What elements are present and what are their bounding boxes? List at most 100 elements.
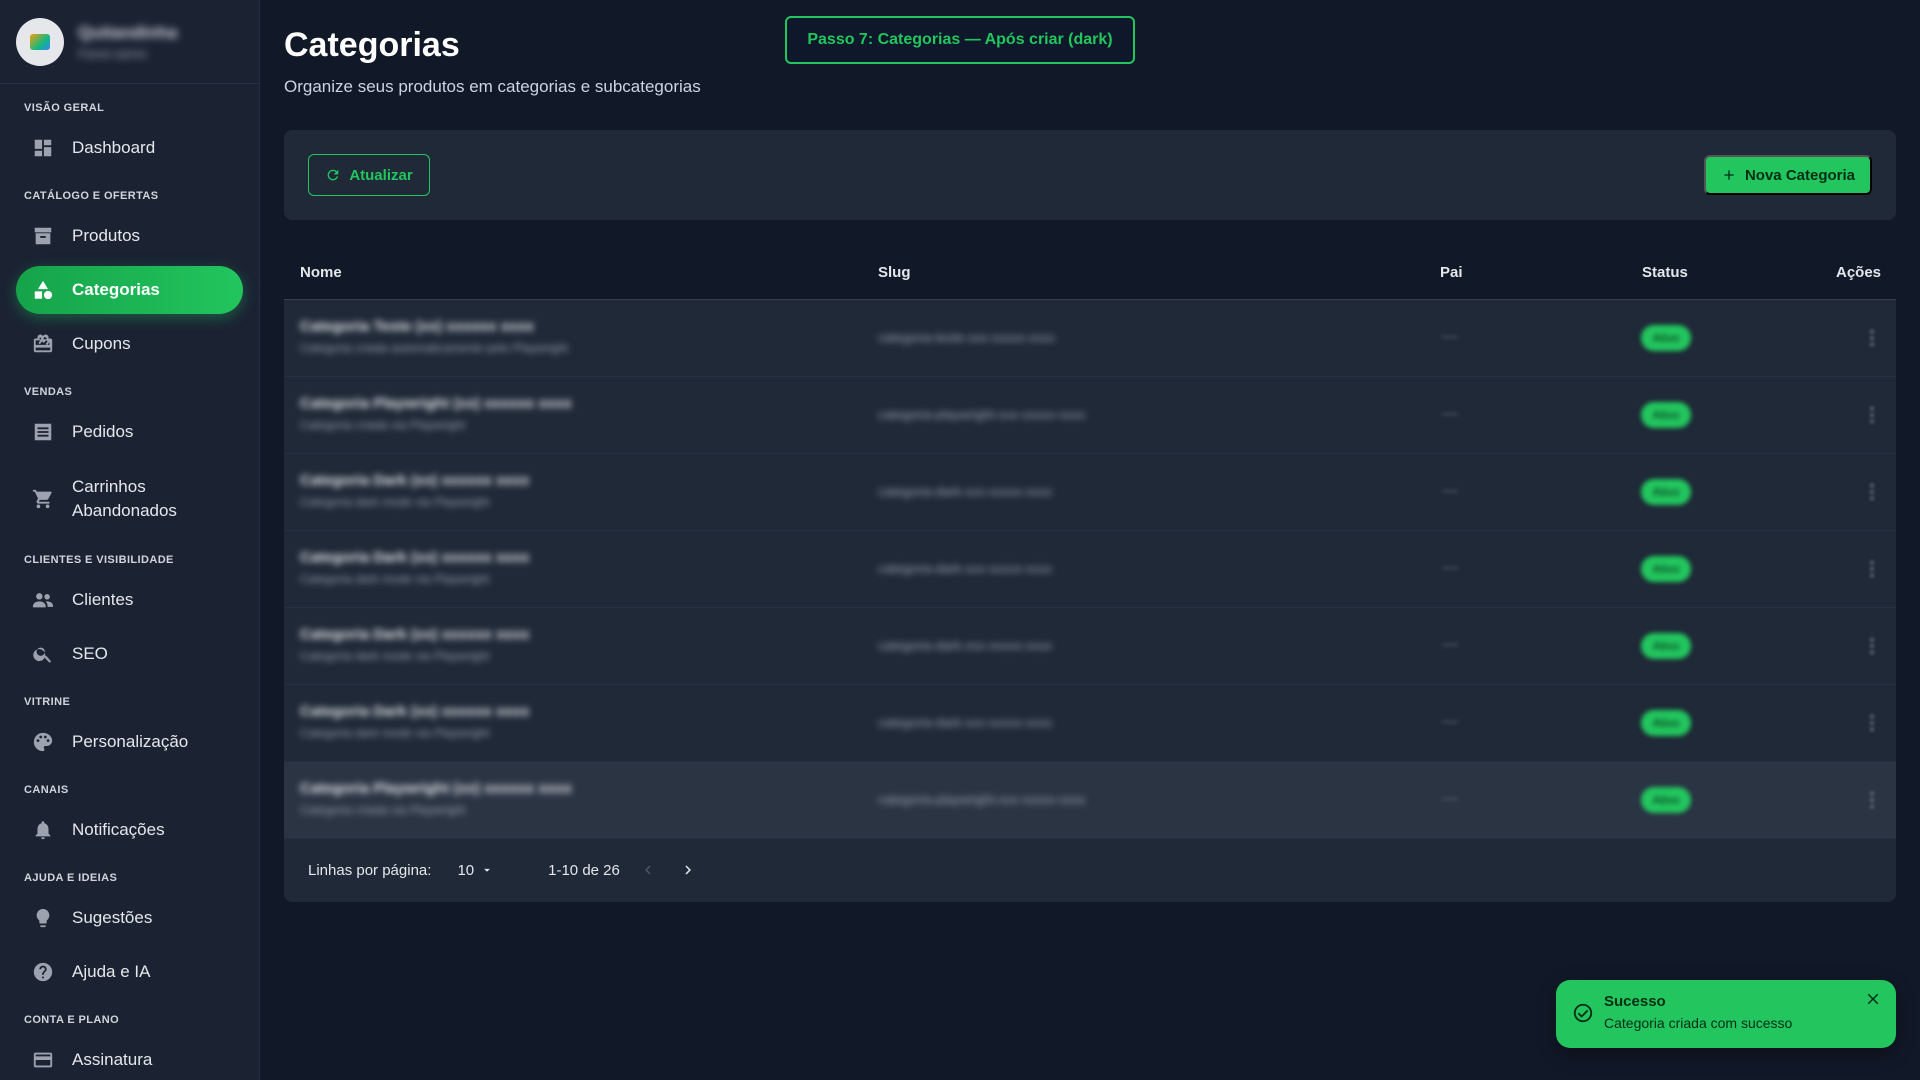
table-header: Nome Slug Pai Status Ações <box>284 246 1896 300</box>
sidebar-item-sugestoes[interactable]: Sugestões <box>16 894 243 942</box>
table-row[interactable]: Categoria Playwright (xx) xxxxxx xxxx Cat… <box>284 377 1896 454</box>
section-title-visao-geral: VISÃO GERAL <box>24 102 105 114</box>
category-slug: categoria-dark-xxx-xxxxx-xxxx <box>878 561 1053 576</box>
sidebar-item-label: Sugestões <box>72 908 153 927</box>
close-icon[interactable] <box>1864 990 1882 1008</box>
more-vertical-icon <box>1870 637 1874 655</box>
sidebar-item-cupons[interactable]: Cupons <box>16 320 243 368</box>
chevron-left-icon <box>644 865 651 875</box>
sidebar-item-assinatura[interactable]: Assinatura <box>16 1036 243 1080</box>
new-category-button[interactable]: Nova Categoria <box>1704 155 1872 195</box>
sidebar-item-clientes[interactable]: Clientes <box>16 576 243 624</box>
status-badge: Ativo <box>1641 633 1691 659</box>
category-name: Categoria Dark (xx) xxxxxx xxxx <box>300 472 530 489</box>
sidebar-item-personalizacao[interactable]: Personalização <box>16 718 243 766</box>
sidebar-item-ajuda-ia[interactable]: Ajuda e IA <box>16 948 243 996</box>
refresh-button-label: Atualizar <box>349 166 413 184</box>
table-row[interactable]: Categoria Teste (xx) xxxxxx xxxx Categori… <box>284 300 1896 377</box>
more-actions-button[interactable] <box>1861 634 1883 658</box>
people-icon <box>32 589 54 611</box>
category-parent: — <box>1442 790 1458 807</box>
pagination-range: 1-10 de 26 <box>548 861 620 879</box>
sidebar-item-label: Pedidos <box>72 422 134 441</box>
sidebar-item-label: Produtos <box>72 226 141 245</box>
next-page-button[interactable] <box>676 858 700 882</box>
category-slug: categoria-dark-xxx-xxxxx-xxxx <box>878 484 1053 499</box>
receipt-list-icon <box>32 421 54 443</box>
page-subtitle: Organize seus produtos em categorias e s… <box>284 77 701 96</box>
category-slug: categoria-playwright-xxx-xxxxx-xxxx <box>878 792 1086 807</box>
sidebar-item-carrinhos-abandonados[interactable]: Carrinhos Abandonados <box>16 462 243 536</box>
category-name: Categoria Dark (xx) xxxxxx xxxx <box>300 703 530 720</box>
caret-down-icon <box>484 868 491 872</box>
sidebar: Quitandinha Painel admin VISÃO GERAL Das… <box>0 0 260 1080</box>
sidebar-item-label: Clientes <box>72 590 134 609</box>
new-category-button-label: Nova Categoria <box>1744 166 1856 184</box>
section-title-vendas: VENDAS <box>24 386 73 398</box>
table-row[interactable]: Categoria Dark (xx) xxxxxx xxxx Categoria… <box>284 685 1896 762</box>
table-row[interactable]: Categoria Dark (xx) xxxxxx xxxx Categoria… <box>284 531 1896 608</box>
table-row[interactable]: Categoria Playwright (xx) xxxxxx xxxx Cat… <box>284 762 1896 839</box>
more-vertical-icon <box>1870 714 1874 732</box>
credit-card-icon <box>32 1049 54 1071</box>
category-name-cell: Categoria Dark (xx) xxxxxx xxxx Categoria… <box>300 472 529 509</box>
sidebar-item-dashboard[interactable]: Dashboard <box>16 124 243 172</box>
sidebar-item-categorias[interactable]: Categorias <box>16 266 243 314</box>
more-actions-button[interactable] <box>1861 326 1883 350</box>
status-badge: Ativo <box>1641 710 1691 736</box>
sidebar-item-notificacoes[interactable]: Notificações <box>16 806 243 854</box>
status-badge: Ativo <box>1641 402 1691 428</box>
chevron-right-icon <box>685 865 691 875</box>
section-title-ajuda: AJUDA E IDEIAS <box>24 872 118 884</box>
sidebar-item-seo[interactable]: SEO <box>16 630 243 678</box>
category-slug: categoria-dark-xxx-xxxxx-xxxx <box>878 715 1053 730</box>
check-circle-icon <box>1572 1002 1594 1024</box>
rows-per-page-select[interactable]: 10 <box>457 862 494 879</box>
more-vertical-icon <box>1870 406 1874 424</box>
sidebar-item-produtos[interactable]: Produtos <box>16 212 243 260</box>
category-slug: categoria-dark-xxx-xxxxx-xxxx <box>878 638 1053 653</box>
shapes-icon <box>32 279 54 301</box>
lightbulb-icon <box>32 907 54 929</box>
category-name: Categoria Dark (xx) xxxxxx xxxx <box>300 549 530 566</box>
column-header-acoes: Ações <box>1836 264 1882 281</box>
column-header-pai[interactable]: Pai <box>1440 264 1463 281</box>
more-actions-button[interactable] <box>1861 480 1883 504</box>
category-parent: — <box>1442 713 1458 730</box>
sidebar-item-label: Cupons <box>72 334 131 353</box>
profile-header[interactable]: Quitandinha Painel admin <box>0 0 259 84</box>
more-vertical-icon <box>1870 560 1874 578</box>
refresh-button[interactable]: Atualizar <box>308 154 430 196</box>
sidebar-item-label: Assinatura <box>72 1050 153 1069</box>
more-actions-button[interactable] <box>1861 711 1883 735</box>
status-badge: Ativo <box>1641 325 1691 351</box>
toast-message: Categoria criada com sucesso <box>1604 1015 1793 1031</box>
previous-page-button[interactable] <box>636 858 660 882</box>
category-parent: — <box>1442 405 1458 422</box>
category-description: Categoria dark mode via Playwright <box>300 649 490 663</box>
sidebar-item-pedidos[interactable]: Pedidos <box>16 408 243 456</box>
column-header-status[interactable]: Status <box>1642 264 1688 281</box>
column-header-slug[interactable]: Slug <box>878 264 911 281</box>
more-actions-button[interactable] <box>1861 557 1883 581</box>
profile-subtitle: Painel admin <box>78 46 148 61</box>
section-title-canais: CANAIS <box>24 784 69 796</box>
status-badge: Ativo <box>1641 556 1691 582</box>
section-title-vitrine: VITRINE <box>24 696 71 708</box>
table-row[interactable]: Categoria Dark (xx) xxxxxx xxxx Categoria… <box>284 608 1896 685</box>
help-circle-icon <box>32 961 54 983</box>
column-header-nome[interactable]: Nome <box>300 264 342 281</box>
more-actions-button[interactable] <box>1861 788 1883 812</box>
more-vertical-icon <box>1870 791 1874 809</box>
palette-icon <box>32 731 54 753</box>
table-row[interactable]: Categoria Dark (xx) xxxxxx xxxx Categoria… <box>284 454 1896 531</box>
category-name-cell: Categoria Playwright (xx) xxxxxx xxxx Cat… <box>300 780 572 817</box>
more-actions-button[interactable] <box>1861 403 1883 427</box>
plus-icon <box>1724 170 1734 180</box>
category-description: Categoria dark mode via Playwright <box>300 726 490 740</box>
sidebar-item-label: Carrinhos Abandonados <box>72 477 177 520</box>
category-name-cell: Categoria Teste (xx) xxxxxx xxxx Categori… <box>300 318 568 355</box>
category-description: Categoria criada automaticamente pelo Pl… <box>300 341 569 355</box>
category-parent: — <box>1442 482 1458 499</box>
sidebar-item-label: Dashboard <box>72 138 156 157</box>
